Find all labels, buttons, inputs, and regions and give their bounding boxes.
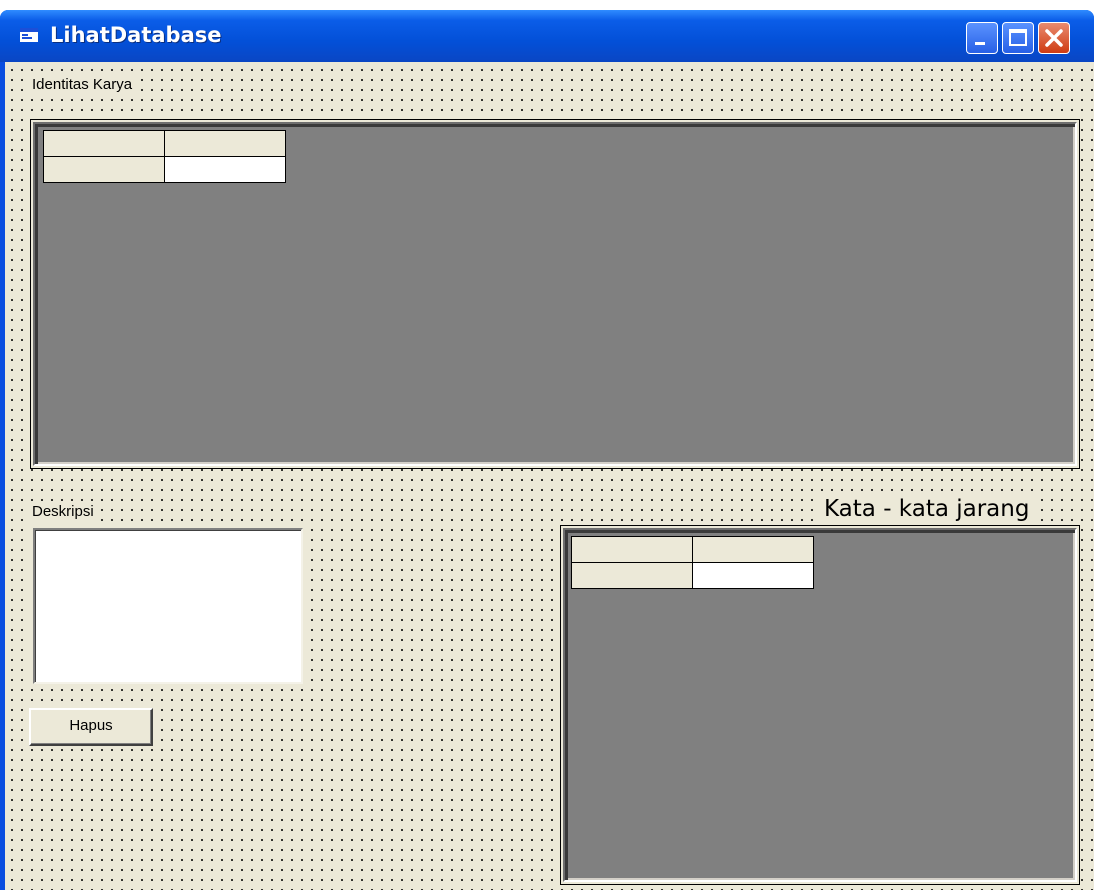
- close-icon: [1045, 29, 1063, 47]
- maximize-icon: [1009, 29, 1027, 46]
- grid-fixed-row-cell: [571, 562, 693, 589]
- form-icon: [20, 28, 38, 42]
- window: LihatDatabase Identitas Karya Deskripsi …: [0, 10, 1094, 890]
- deskripsi-textbox[interactable]: [33, 528, 303, 684]
- window-title: LihatDatabase: [50, 23, 222, 47]
- title-bar[interactable]: LihatDatabase: [0, 10, 1094, 62]
- close-button[interactable]: [1038, 22, 1070, 54]
- grid-fixed-header-cell: [164, 130, 286, 157]
- grid-data-cell[interactable]: [164, 156, 286, 183]
- kata-jarang-grid[interactable]: [563, 528, 1077, 882]
- minimize-icon: [975, 42, 985, 45]
- maximize-button[interactable]: [1002, 22, 1034, 54]
- minimize-button[interactable]: [966, 22, 998, 54]
- identitas-karya-grid[interactable]: [33, 122, 1077, 466]
- deskripsi-label: Deskripsi: [29, 502, 97, 522]
- grid-fixed-header-cell: [692, 536, 814, 563]
- grid-data-cell[interactable]: [692, 562, 814, 589]
- grid-fixed-corner-cell: [571, 536, 693, 563]
- kata-jarang-label: Kata - kata jarang: [820, 495, 1034, 523]
- hapus-button[interactable]: Hapus: [29, 708, 153, 746]
- grid-fixed-corner-cell: [43, 130, 165, 157]
- grid-fixed-row-cell: [43, 156, 165, 183]
- identitas-karya-label: Identitas Karya: [29, 75, 136, 95]
- form-client-area: Identitas Karya Deskripsi Hapus Kata - k…: [5, 62, 1094, 890]
